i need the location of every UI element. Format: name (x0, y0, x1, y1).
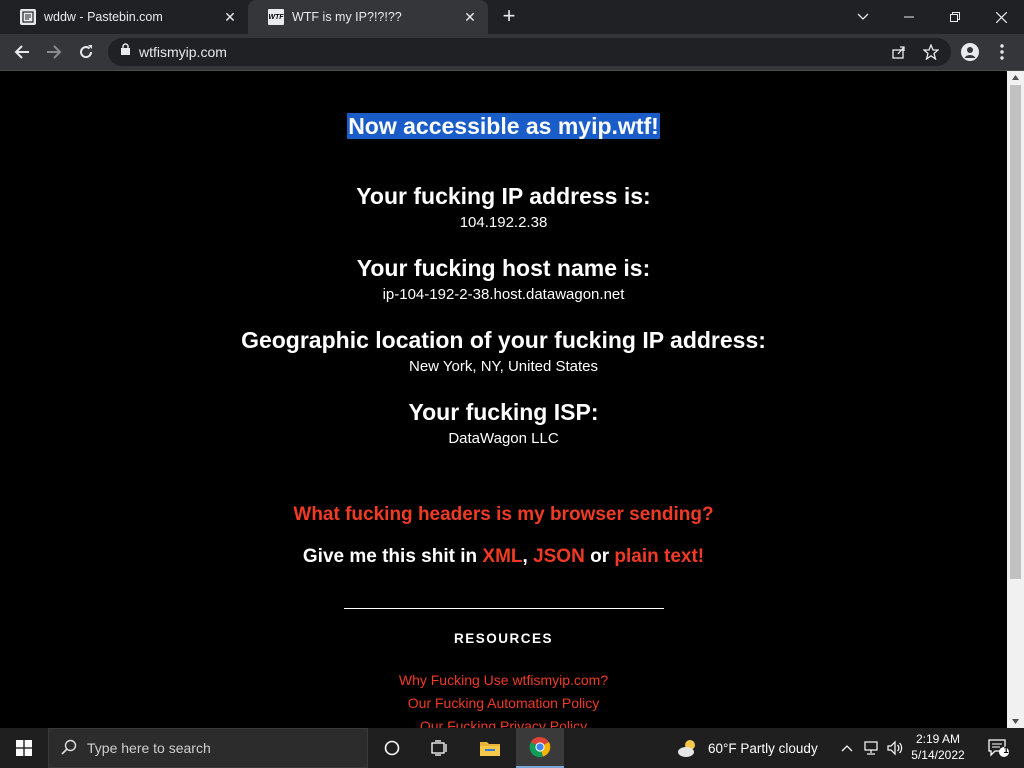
file-explorer-icon[interactable] (466, 728, 514, 768)
location-value: New York, NY, United States (409, 358, 598, 375)
search-placeholder: Type here to search (87, 740, 211, 756)
system-clock[interactable]: 2:19 AM 5/14/2022 (906, 731, 970, 763)
comma-text: , (522, 546, 528, 567)
notification-count: 1 (1003, 745, 1009, 755)
resource-link-automation[interactable]: Our Fucking Automation Policy (0, 695, 1007, 711)
task-view-icon[interactable] (416, 728, 464, 768)
tab-title: WTF is my IP?!?!?? (292, 10, 402, 24)
new-tab-button[interactable]: + (497, 5, 521, 29)
format-prefix: Give me this shit in (302, 546, 483, 567)
hostname-value: ip-104-192-2-38.host.datawagon.net (382, 286, 625, 303)
resource-link-privacy[interactable]: Our Fucking Privacy Policy (0, 718, 1007, 728)
tab-search-chevron-icon[interactable] (840, 0, 886, 34)
chevron-up-icon[interactable] (838, 728, 856, 768)
windows-start-icon[interactable] (0, 728, 48, 768)
cortana-icon[interactable] (368, 728, 416, 768)
isp-value: DataWagon LLC (448, 430, 559, 447)
restore-button[interactable] (932, 0, 978, 34)
json-link[interactable]: JSON (533, 546, 585, 567)
ip-value: 104.192.2.38 (459, 214, 548, 231)
scroll-down-icon[interactable] (1007, 714, 1024, 728)
weather-text: 60°F Partly cloudy (708, 740, 818, 756)
format-links-line: Give me this shit in XML, JSON or plain … (0, 546, 1007, 568)
close-icon[interactable]: ✕ (462, 9, 478, 25)
close-icon[interactable]: ✕ (222, 9, 238, 25)
xml-link[interactable]: XML (482, 546, 522, 567)
address-bar[interactable]: wtfismyip.com (108, 38, 951, 66)
weather-widget[interactable]: 60°F Partly cloudy (676, 728, 818, 768)
reload-icon[interactable] (72, 38, 100, 66)
partly-cloudy-icon (676, 736, 700, 760)
or-text: or (584, 546, 615, 567)
banner-text: Now accessible as myip.wtf! (347, 113, 660, 139)
menu-dots-icon[interactable] (990, 40, 1014, 64)
tab-strip: wddw - Pastebin.com ✕ WTF WTF is my IP?!… (0, 0, 1024, 34)
hostname-heading: Your fucking host name is: (356, 255, 651, 281)
minimize-button[interactable] (886, 0, 932, 34)
back-arrow-icon[interactable] (8, 38, 36, 66)
bookmark-star-icon[interactable] (922, 43, 940, 61)
resource-link-why[interactable]: Why Fucking Use wtfismyip.com? (0, 672, 1007, 688)
taskbar-search[interactable]: Type here to search (48, 728, 368, 768)
window-close-button[interactable] (978, 0, 1024, 34)
volume-icon[interactable] (884, 728, 906, 768)
clock-time: 2:19 AM (915, 732, 961, 746)
profile-icon[interactable] (958, 40, 982, 64)
page-content: Now accessible as myip.wtf! Your fucking… (0, 71, 1007, 728)
notification-icon[interactable]: 1 (978, 728, 1018, 768)
page-scrollbar[interactable] (1007, 71, 1024, 728)
tab-title: wddw - Pastebin.com (44, 10, 163, 24)
search-icon (61, 739, 77, 758)
forward-arrow-icon[interactable] (40, 38, 68, 66)
scrollbar-thumb[interactable] (1010, 85, 1021, 579)
banner: Now accessible as myip.wtf! (0, 113, 1007, 140)
location-heading: Geographic location of your fucking IP a… (241, 327, 766, 353)
network-icon[interactable] (860, 728, 882, 768)
wtf-icon: WTF (268, 9, 284, 25)
browser-toolbar: wtfismyip.com (0, 34, 1024, 71)
resources-heading: RESOURCES (453, 631, 553, 646)
tab-pastebin[interactable]: wddw - Pastebin.com ✕ (0, 0, 248, 34)
isp-heading: Your fucking ISP: (408, 399, 599, 425)
headers-link[interactable]: What fucking headers is my browser sendi… (0, 504, 1007, 526)
share-icon[interactable] (891, 44, 907, 60)
divider (344, 608, 664, 609)
clock-date: 5/14/2022 (911, 748, 965, 762)
ip-heading: Your fucking IP address is: (356, 183, 651, 209)
tab-wtfismyip[interactable]: WTF WTF is my IP?!?!?? ✕ (248, 0, 488, 34)
lock-icon (120, 43, 131, 61)
scroll-up-icon[interactable] (1007, 71, 1024, 85)
pastebin-icon (20, 9, 36, 25)
chrome-icon[interactable] (516, 728, 564, 768)
taskbar: Type here to search 60°F Partly cloudy 2… (0, 728, 1024, 768)
url-text: wtfismyip.com (139, 44, 227, 60)
plain-text-link[interactable]: plain text! (614, 546, 704, 567)
